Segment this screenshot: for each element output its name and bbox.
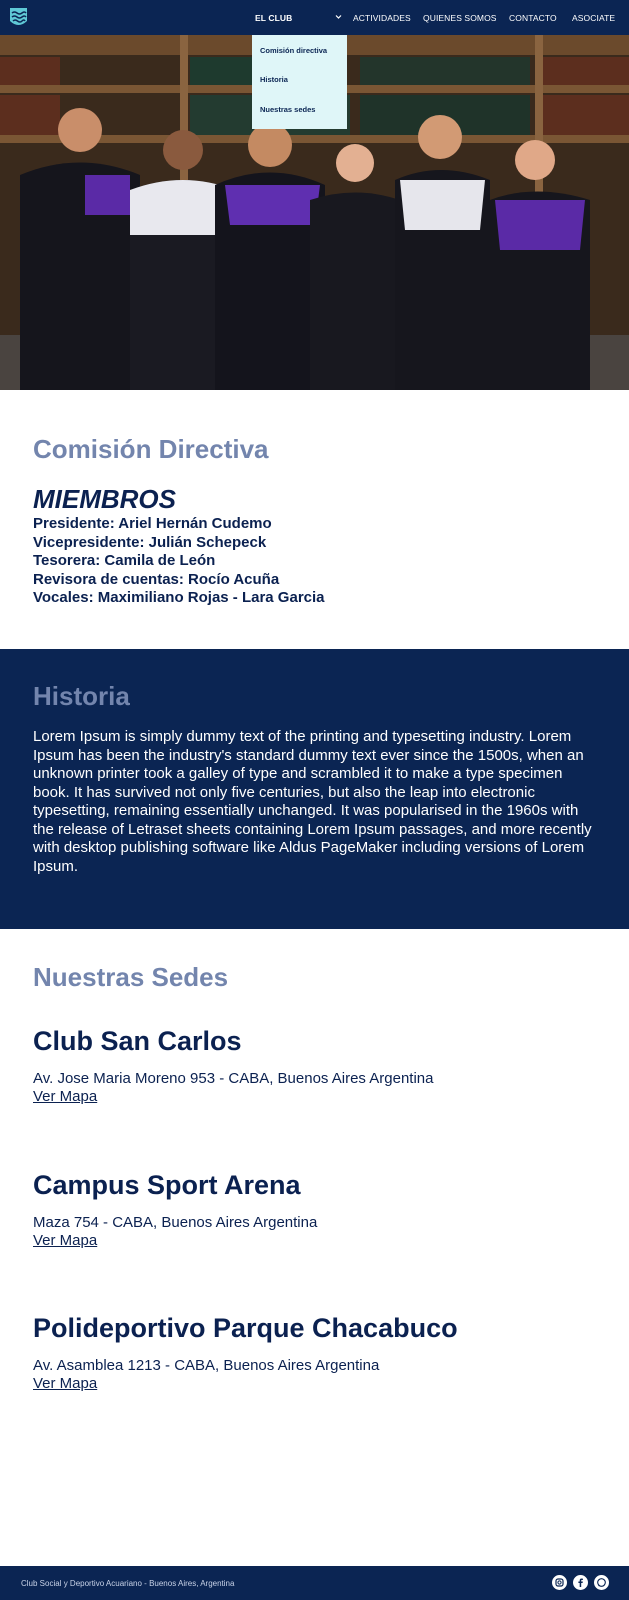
historia-heading: Historia xyxy=(33,681,130,711)
sede-name: Club San Carlos xyxy=(33,1026,242,1056)
dropdown-item-comision-directiva[interactable]: Comisión directiva xyxy=(260,46,327,55)
dropdown-item-historia[interactable]: Historia xyxy=(260,75,288,84)
nav-contacto[interactable]: CONTACTO xyxy=(509,0,557,35)
nav-actividades[interactable]: ACTIVIDADES xyxy=(353,0,411,35)
whatsapp-icon[interactable] xyxy=(594,1575,609,1590)
comision-directiva-heading: Comisión Directiva xyxy=(33,434,269,464)
dropdown-item-nuestras-sedes[interactable]: Nuestras sedes xyxy=(260,105,315,114)
club-logo-icon[interactable] xyxy=(9,7,28,29)
nuestras-sedes-heading: Nuestras Sedes xyxy=(33,962,229,992)
sede-name: Polideportivo Parque Chacabuco xyxy=(33,1313,458,1343)
member-presidente: Presidente: Ariel Hernán Cudemo xyxy=(33,515,272,532)
sede-address: Av. Jose Maria Moreno 953 - CABA, Buenos… xyxy=(33,1070,434,1087)
miembros-heading: MIEMBROS xyxy=(33,484,176,514)
member-tesorera: Tesorera: Camila de León xyxy=(33,552,216,569)
nav-el-club[interactable]: EL CLUB xyxy=(255,0,292,35)
member-vicepresidente: Vicepresidente: Julián Schepeck xyxy=(33,533,267,551)
chevron-down-icon[interactable] xyxy=(335,14,342,20)
nav-quienes-somos[interactable]: QUIENES SOMOS xyxy=(423,0,497,35)
members-list: Presidente: Ariel Hernán Cudemo Vicepres… xyxy=(33,515,325,608)
facebook-icon[interactable] xyxy=(573,1575,588,1590)
footer-text: Club Social y Deportivo Acuariano - Buen… xyxy=(21,1579,235,1588)
sede-address: Maza 754 - CABA, Buenos Aires Argentina xyxy=(33,1214,318,1231)
ver-mapa-link[interactable]: Ver Mapa xyxy=(33,1232,97,1249)
sede-address: Av. Asamblea 1213 - CABA, Buenos Aires A… xyxy=(33,1357,380,1374)
member-revisora: Revisora de cuentas: Rocío Acuña xyxy=(33,570,280,588)
ver-mapa-link[interactable]: Ver Mapa xyxy=(33,1088,97,1105)
ver-mapa-link[interactable]: Ver Mapa xyxy=(33,1375,97,1392)
instagram-icon[interactable] xyxy=(552,1575,567,1590)
historia-paragraph: Lorem Ipsum is simply dummy text of the … xyxy=(33,728,592,875)
top-navbar: EL CLUB ACTIVIDADES QUIENES SOMOS CONTAC… xyxy=(0,0,629,35)
member-vocales: Vocales: Maximiliano Rojas - Lara Garcia xyxy=(33,589,325,606)
el-club-dropdown-menu: Comisión directiva Historia Nuestras sed… xyxy=(252,35,347,129)
sede-name: Campus Sport Arena xyxy=(33,1170,301,1200)
nav-asociate[interactable]: ASOCIATE xyxy=(572,0,615,35)
